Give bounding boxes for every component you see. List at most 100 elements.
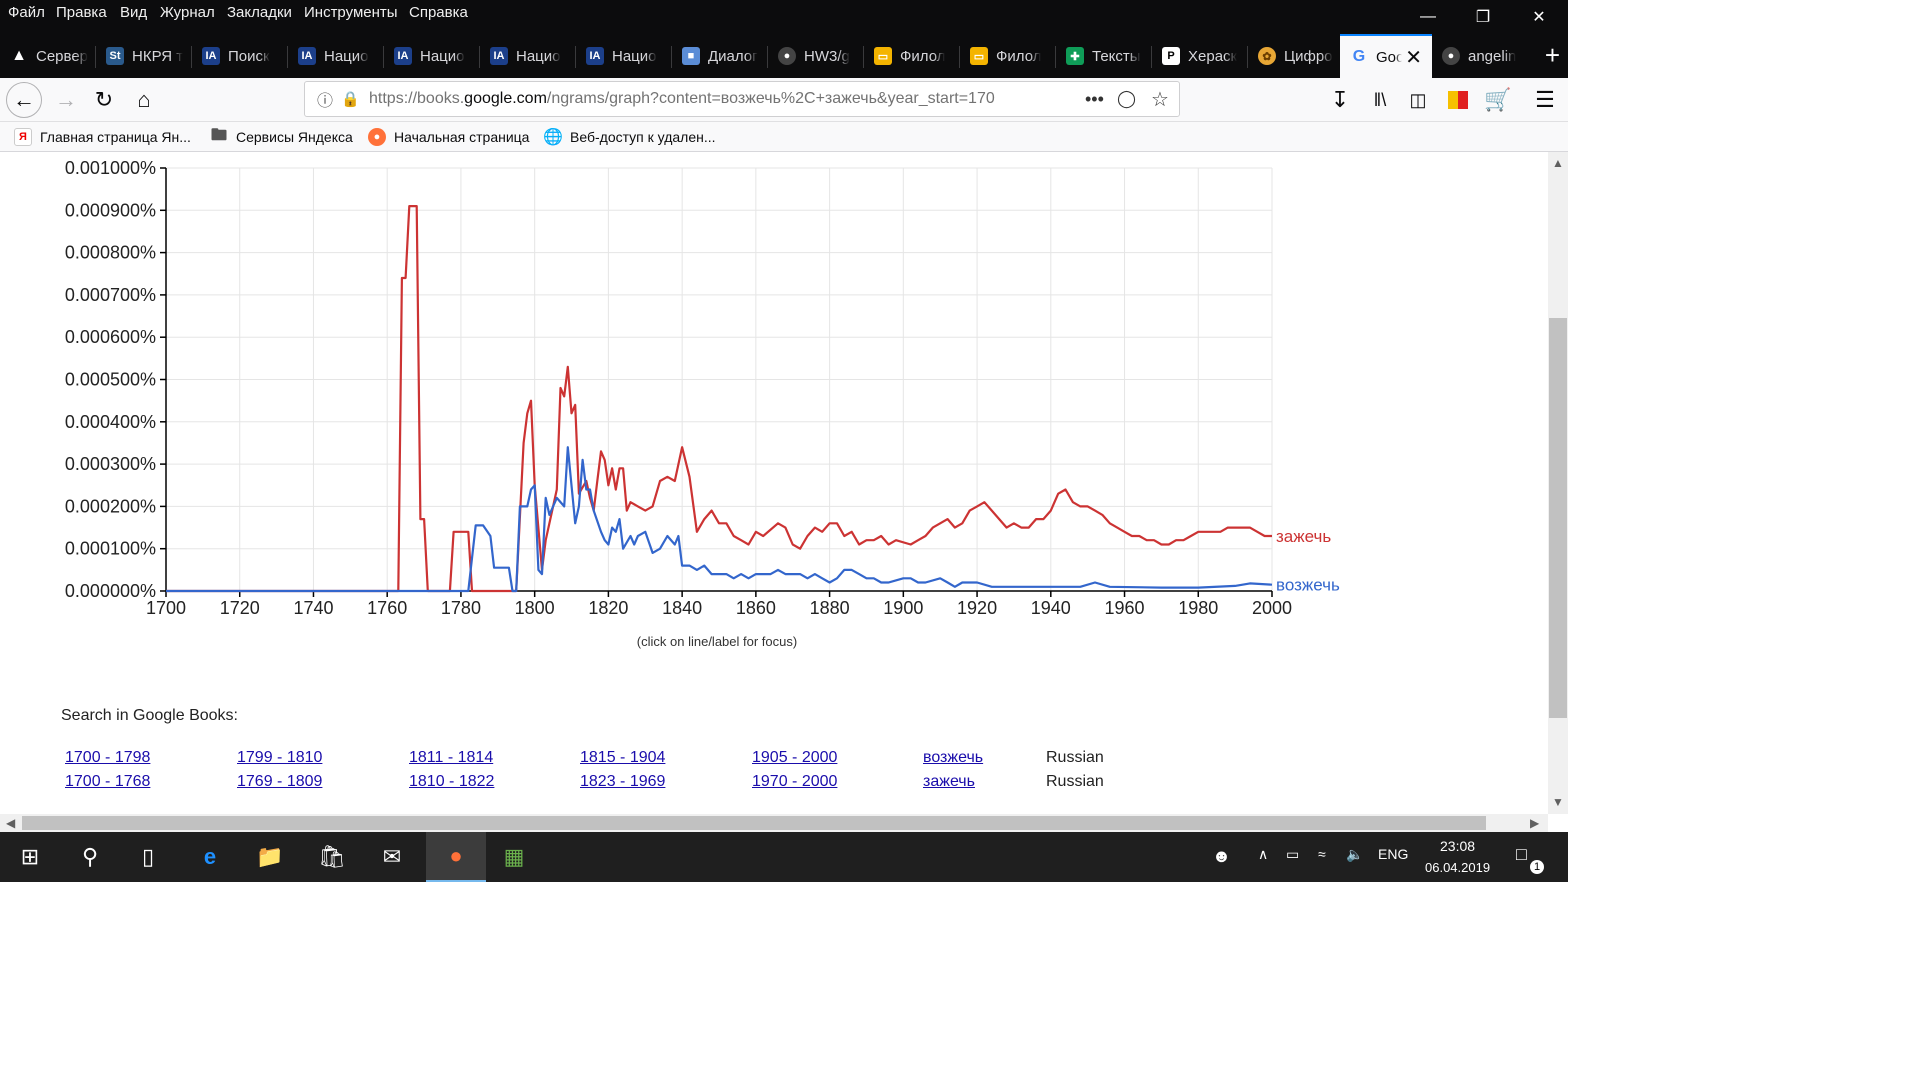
tray-chevron-icon[interactable]: ∧ [1258,846,1268,863]
clock-time[interactable]: 23:08 [1440,838,1475,854]
url-bar[interactable]: ⓘ 🔒 https://books.google.com/ngrams/grap… [304,81,1180,117]
bookmark-web-access[interactable]: 🌐 Веб-доступ к удален... [543,128,715,146]
language-label: Russian [1046,773,1104,790]
tab[interactable]: ■ Диалог [672,34,768,78]
tab-label: angelin [1468,47,1517,65]
search-icon[interactable]: ⚲ [60,832,120,882]
close-window-icon[interactable]: ✕ [1516,0,1562,34]
app-taskbar-icon[interactable]: ▦ [484,832,544,882]
vertical-scrollbar-thumb[interactable] [1549,318,1567,718]
tab[interactable]: ▭ Филол [960,34,1056,78]
menu-tools[interactable]: Инструменты [304,4,398,21]
tab-label: Поиск [228,47,270,65]
range-link[interactable]: 1905 - 2000 [752,749,837,767]
store-icon[interactable]: 🛍 [302,832,362,882]
menu-view[interactable]: Вид [120,4,147,21]
scroll-down-icon[interactable]: ▼ [1552,795,1564,809]
tab[interactable]: IA Нацио [384,34,480,78]
download-icon[interactable]: ↧ [1322,82,1358,118]
restore-icon[interactable]: ❐ [1460,0,1506,34]
x-tick-label: 1920 [957,598,997,618]
bookmark-flag-icon[interactable] [1440,82,1476,118]
tab[interactable]: P Хераск [1152,34,1248,78]
new-tab-icon[interactable]: + [1545,40,1560,71]
range-link[interactable]: 1811 - 1814 [409,749,493,767]
bookmark-star-icon[interactable]: ☆ [1151,87,1169,112]
range-link[interactable]: 1970 - 2000 [752,773,837,791]
range-link[interactable]: 1810 - 1822 [409,773,494,791]
ngram-chart: 0.000000% 0.000100% 0.000200% 0.000300% 0.00… [65,158,1340,649]
menu-help[interactable]: Справка [409,4,468,21]
task-view-icon[interactable]: ▯ [118,832,178,882]
scroll-left-icon[interactable]: ◀ [6,816,15,830]
reload-icon[interactable]: ↻ [86,82,122,118]
tab[interactable]: ✚ Тексты [1056,34,1152,78]
tab-label: НКРЯ т [132,47,184,65]
menu-file[interactable]: Файл [8,4,45,21]
cart-icon[interactable]: 🛒 [1480,82,1516,118]
scroll-up-icon[interactable]: ▲ [1552,156,1564,170]
tab[interactable]: IA Нацио [480,34,576,78]
word-link[interactable]: возжечь [923,749,983,767]
clock-date[interactable]: 06.04.2019 [1425,860,1490,875]
range-link[interactable]: 1700 - 1798 [65,749,150,767]
language-indicator[interactable]: ENG [1378,846,1408,862]
menu-bookmarks[interactable]: Закладки [227,4,292,21]
tab-bar: ▲ Сервер St НКРЯ т IA Поиск IA Нацио IA … [0,30,1568,78]
tab-label: Goo [1376,48,1402,66]
range-link[interactable]: 1769 - 1809 [237,773,322,791]
x-tick-label: 1760 [367,598,407,618]
home-icon[interactable]: ⌂ [126,82,162,118]
horizontal-scrollbar-thumb[interactable] [22,816,1486,830]
file-explorer-icon[interactable]: 📁 [240,832,300,882]
notifications-icon[interactable]: □ [1516,844,1527,865]
yandex-icon: Я [14,128,32,146]
back-icon[interactable]: ← [6,82,42,118]
tab[interactable]: ▲ Сервер [0,34,96,78]
url-text[interactable]: https://books.google.com/ngrams/graph?co… [369,90,1059,108]
mail-icon[interactable]: ✉ [362,832,422,882]
tab[interactable]: St НКРЯ т [96,34,192,78]
battery-icon[interactable]: ▭ [1286,846,1299,863]
nav-bar: ← → ↻ ⌂ ⓘ 🔒 https://books.google.com/ngr… [0,78,1568,122]
tab-active[interactable]: G Goo ✕ [1340,34,1432,78]
page-actions-icon[interactable]: ••• [1085,89,1104,110]
range-link[interactable]: 1799 - 1810 [237,749,322,767]
word-link[interactable]: зажечь [923,773,975,791]
volume-icon[interactable]: 🔈 [1346,846,1363,863]
tab[interactable]: IA Нацио [288,34,384,78]
tab[interactable]: IA Поиск [192,34,288,78]
tab[interactable]: ▭ Филол [864,34,960,78]
x-tick-label: 2000 [1252,598,1292,618]
scroll-right-icon[interactable]: ▶ [1530,816,1539,830]
tab[interactable]: IA Нацио [576,34,672,78]
hamburger-menu-icon[interactable]: ☰ [1527,82,1563,118]
github-icon: ● [778,47,796,65]
tab[interactable]: ● angelin [1432,34,1524,78]
tab[interactable]: ✿ Цифро [1248,34,1340,78]
menu-history[interactable]: Журнал [160,4,215,21]
firefox-taskbar-icon[interactable]: ● [426,832,486,882]
people-icon[interactable]: ☻ [1212,846,1231,867]
menu-edit[interactable]: Правка [56,4,107,21]
x-tick-label: 1700 [146,598,186,618]
edge-icon[interactable]: e [180,832,240,882]
info-icon[interactable]: ⓘ [317,87,333,111]
range-link[interactable]: 1823 - 1969 [580,773,665,791]
bookmark-yandex-home[interactable]: Я Главная страница Ян... [14,128,191,146]
library-icon[interactable]: ‖\ [1362,82,1398,118]
range-link[interactable]: 1700 - 1768 [65,773,150,791]
windows-start-icon[interactable]: ⊞ [0,832,60,882]
tab[interactable]: ● HW3/g [768,34,864,78]
minimize-icon[interactable]: — [1405,0,1451,34]
wifi-icon[interactable]: ≈ [1318,846,1326,862]
sidebar-icon[interactable]: ◫ [1400,82,1436,118]
pocket-icon[interactable]: ◯ [1117,89,1136,109]
range-link[interactable]: 1815 - 1904 [580,749,665,767]
bookmark-yandex-services[interactable]: 🖿 Сервисы Яндекса [210,127,353,146]
sheets-icon: ✚ [1066,47,1084,65]
forward-icon[interactable]: → [48,82,84,118]
x-tick-label: 1780 [441,598,481,618]
bookmark-start-page[interactable]: ● Начальная страница [368,128,529,146]
close-tab-icon[interactable]: ✕ [1405,45,1422,70]
